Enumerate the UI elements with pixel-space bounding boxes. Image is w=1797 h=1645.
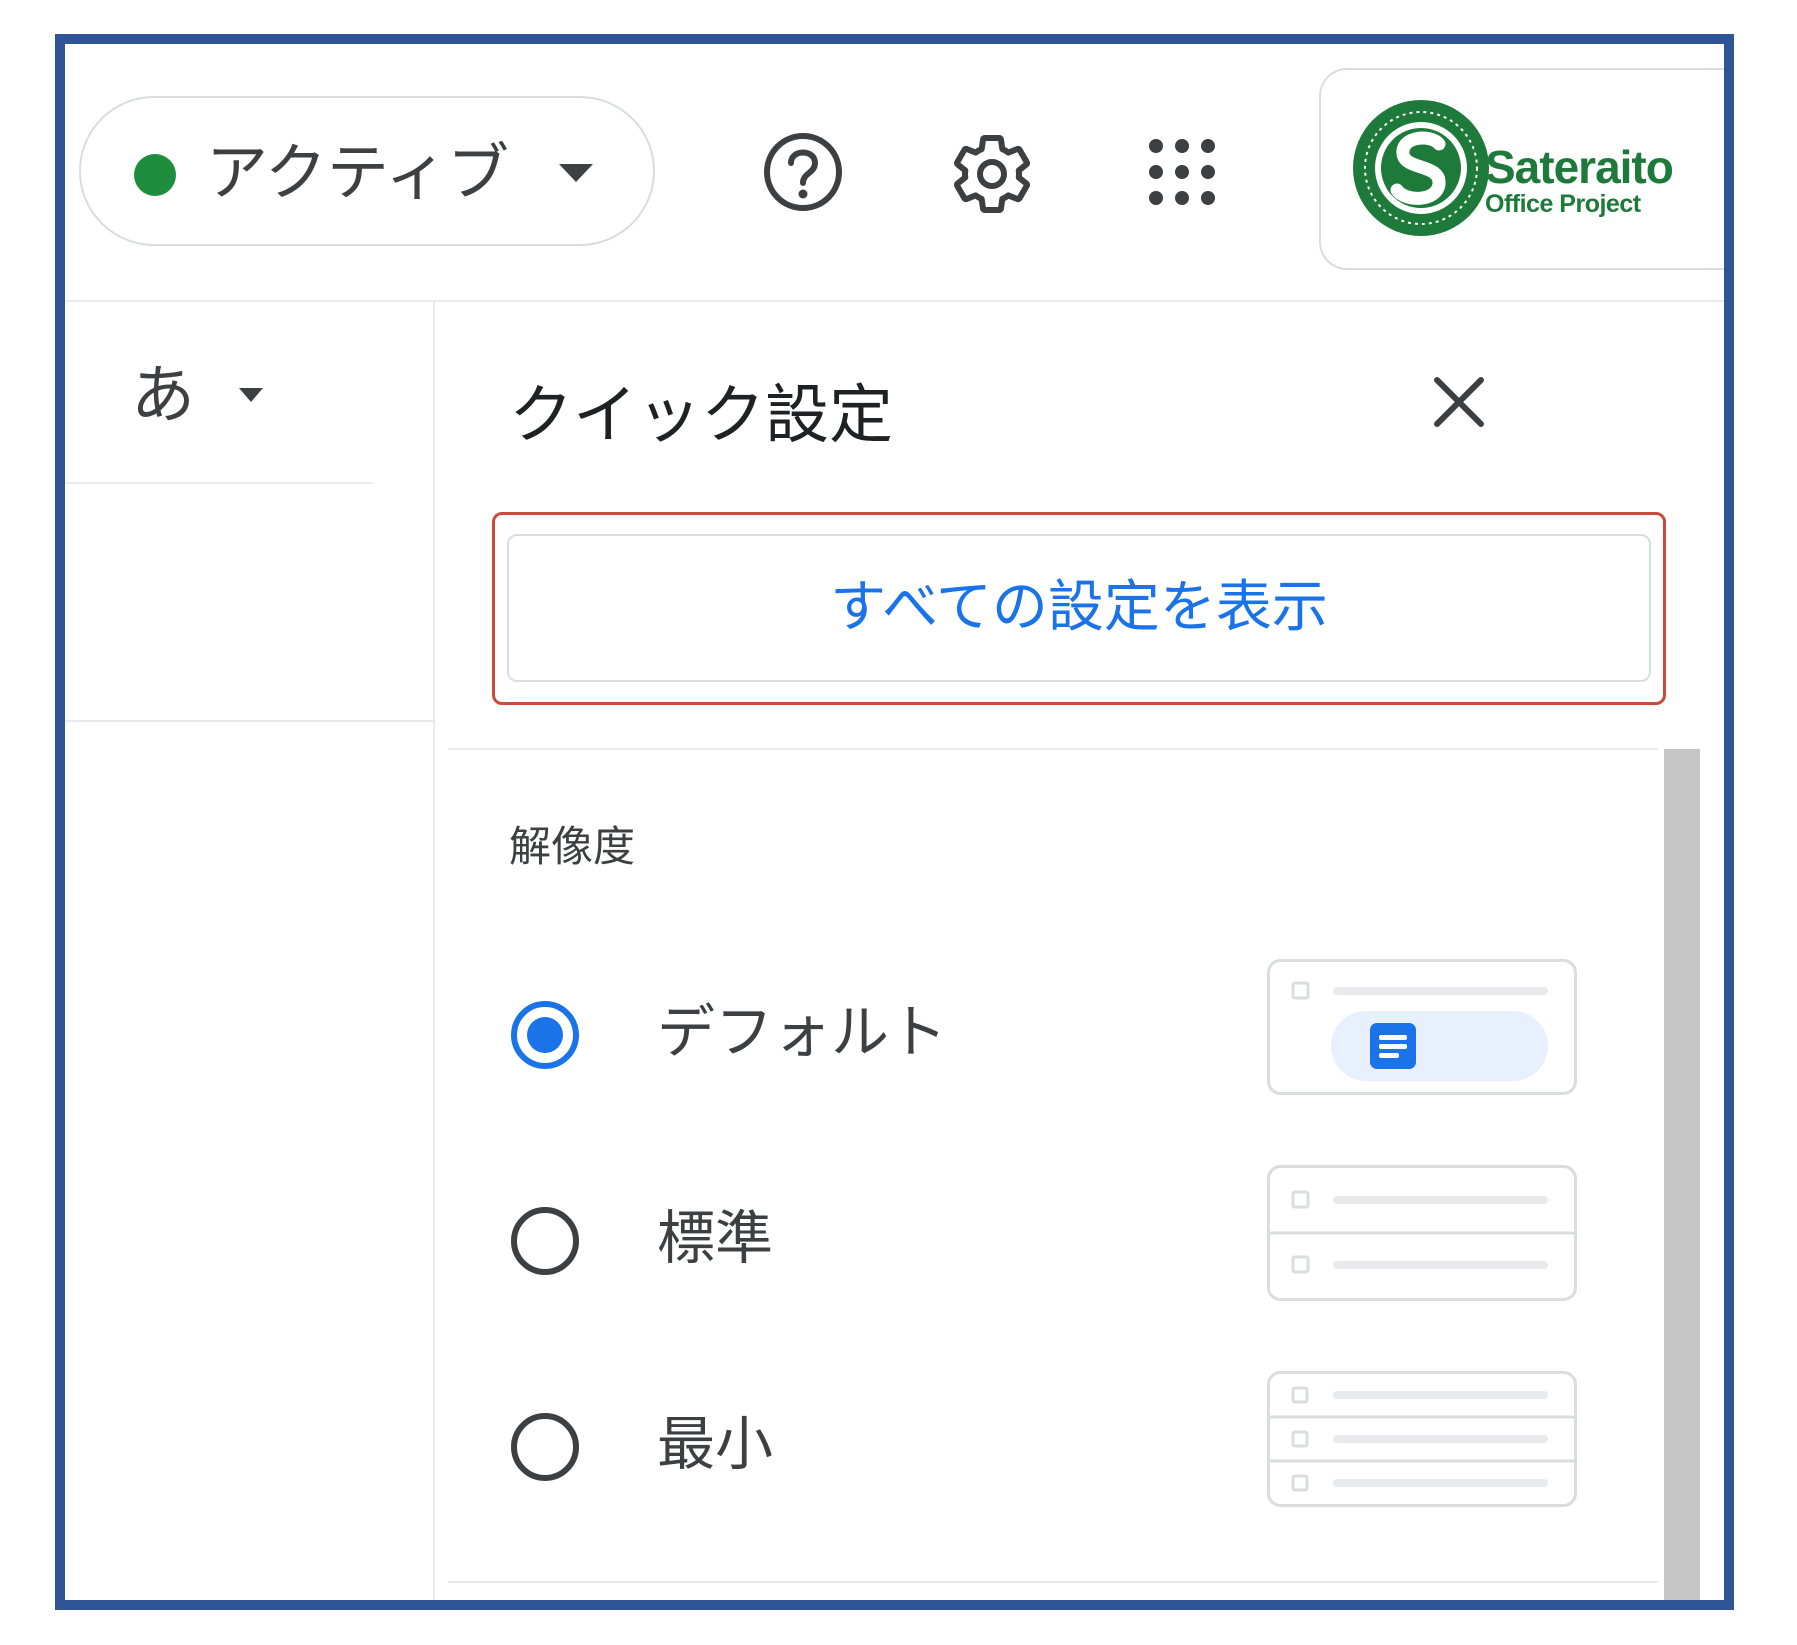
status-dropdown[interactable]: アクティブ [79, 96, 655, 246]
density-comfortable-preview-icon [1267, 1165, 1577, 1301]
density-option-label: 標準 [657, 1204, 774, 1272]
density-compact-preview-icon [1267, 1371, 1577, 1507]
header-divider [65, 300, 1724, 302]
see-all-settings-button[interactable]: すべての設定を表示 [507, 534, 1651, 682]
section-divider [448, 748, 1658, 750]
input-tools-label[interactable]: あ [131, 364, 195, 428]
status-label: アクティブ [206, 136, 510, 209]
density-section-label: 解像度 [509, 822, 636, 871]
radio-selected-icon[interactable] [509, 999, 581, 1071]
sateraito-logo-emblem [1353, 100, 1489, 236]
density-option-label: デフォルト [657, 998, 948, 1066]
chevron-down-icon[interactable] [239, 388, 263, 402]
scrollbar-thumb[interactable] [1664, 749, 1700, 1600]
radio-unselected-icon[interactable] [509, 1411, 581, 1483]
help-icon[interactable] [761, 130, 845, 214]
chevron-down-icon [559, 164, 593, 182]
left-divider-2 [65, 720, 433, 722]
status-dot [134, 154, 176, 196]
screenshot-frame: アクティブ Sateraito Office Project あ クイック設定 … [55, 34, 1734, 1610]
radio-unselected-icon[interactable] [509, 1205, 581, 1277]
apps-grid-icon[interactable] [1147, 137, 1217, 207]
panel-title: クイック設定 [509, 379, 893, 453]
density-option-compact[interactable]: 最小 [509, 1371, 1649, 1511]
gear-icon[interactable] [947, 129, 1037, 219]
density-option-label: 最小 [657, 1410, 774, 1478]
panel-left-border [433, 302, 435, 1600]
left-divider-1 [65, 482, 373, 484]
section-divider-bottom [448, 1581, 1658, 1583]
density-option-default[interactable]: デフォルト [509, 959, 1649, 1099]
sateraito-logo-text: Sateraito Office Project [1485, 141, 1674, 218]
close-icon[interactable] [1431, 374, 1487, 430]
density-default-preview-icon [1267, 959, 1577, 1095]
density-option-comfortable[interactable]: 標準 [509, 1165, 1649, 1305]
